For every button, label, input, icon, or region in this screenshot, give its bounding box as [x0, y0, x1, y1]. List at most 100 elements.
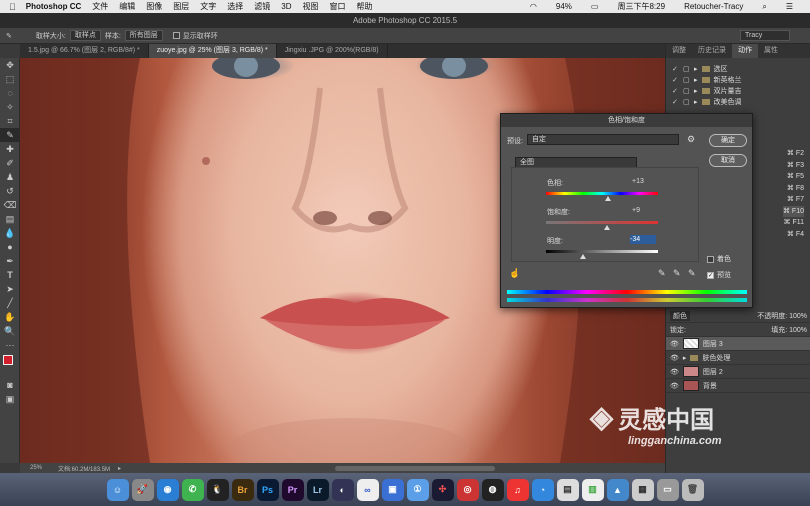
user-name[interactable]: Retoucher-Tracy: [684, 2, 743, 11]
menu-app[interactable]: Photoshop CC: [26, 2, 82, 11]
check-icon[interactable]: ✓: [672, 65, 679, 73]
preset-select[interactable]: 自定: [527, 134, 679, 145]
pen-tool-icon[interactable]: ✒: [0, 254, 20, 268]
line-tool-icon[interactable]: ╱: [0, 296, 20, 310]
app-icon[interactable]: ▭: [656, 478, 679, 501]
gear-icon[interactable]: ⚙: [687, 134, 695, 145]
eyedropper-icon[interactable]: ✎: [658, 268, 666, 279]
hand-tool-icon[interactable]: ✋: [0, 310, 20, 324]
menu-filter[interactable]: 滤镜: [254, 1, 270, 12]
apple-icon[interactable]: : [9, 2, 16, 12]
check-icon[interactable]: ✓: [672, 76, 679, 84]
gradient-tool-icon[interactable]: ▤: [0, 212, 20, 226]
horizontal-scrollbar[interactable]: [335, 465, 495, 471]
menu-help[interactable]: 帮助: [357, 1, 373, 12]
quick-select-tool-icon[interactable]: ✧: [0, 100, 20, 114]
dialog-toggle-icon[interactable]: ▢: [683, 98, 690, 106]
move-tool-icon[interactable]: ✥: [0, 58, 20, 72]
menu-edit[interactable]: 编辑: [119, 1, 135, 12]
hue-slider-thumb[interactable]: [605, 196, 611, 201]
target-adjust-hand-icon[interactable]: ☝: [509, 268, 520, 279]
wechat-icon[interactable]: ✆: [181, 478, 204, 501]
tab-doc-2[interactable]: zuoye.jpg @ 25% (图层 3, RGB/8) *: [148, 44, 277, 58]
dialog-toggle-icon[interactable]: ▢: [683, 65, 690, 73]
layer-row[interactable]: 👁 图层 2: [666, 365, 810, 379]
keynote-icon[interactable]: ▲: [606, 478, 629, 501]
numbers-icon[interactable]: ▥: [581, 478, 604, 501]
launchpad-icon[interactable]: 🚀: [131, 478, 154, 501]
type-tool-icon[interactable]: T: [0, 268, 20, 282]
safari-icon[interactable]: ◉: [156, 478, 179, 501]
lightness-value[interactable]: -34: [630, 235, 656, 244]
app-icon[interactable]: ▣: [381, 478, 404, 501]
dialog-toggle-icon[interactable]: ▢: [683, 76, 690, 84]
list-icon[interactable]: ☰: [786, 2, 793, 11]
zoom-tool-icon[interactable]: 🔍: [0, 324, 20, 338]
foreground-color-swatch[interactable]: [3, 355, 13, 365]
crop-tool-icon[interactable]: ⌗: [0, 114, 20, 128]
davinci-icon[interactable]: ✣: [431, 478, 454, 501]
bridge-icon[interactable]: Br: [231, 478, 254, 501]
app-icon[interactable]: ①: [406, 478, 429, 501]
menu-layer[interactable]: 图层: [173, 1, 189, 12]
lightness-slider-track[interactable]: [546, 250, 658, 253]
layer-row[interactable]: 👁 图层 3: [666, 337, 810, 351]
eyedropper-tool-icon[interactable]: ✎: [0, 128, 20, 142]
preview-checkbox[interactable]: ✓: [707, 271, 714, 279]
lightroom-icon[interactable]: Lr: [306, 478, 329, 501]
layer-fill[interactable]: 填充: 100%: [771, 325, 807, 335]
eyedropper-icon[interactable]: ✎: [6, 32, 12, 40]
screen-mode-icon[interactable]: ▣: [0, 392, 20, 406]
status-arrow-icon[interactable]: ▸: [118, 465, 121, 472]
tab-adjustments[interactable]: 调整: [666, 44, 692, 58]
battery-percent[interactable]: 94%: [556, 2, 572, 11]
tab-doc-3[interactable]: Jingxiu .JPG @ 200%(RGB/8): [277, 44, 388, 58]
blur-tool-icon[interactable]: 💧: [0, 226, 20, 240]
expand-icon[interactable]: ▸: [694, 76, 698, 84]
layer-mode-select[interactable]: 颜色: [670, 310, 690, 321]
menu-window[interactable]: 窗口: [330, 1, 346, 12]
premiere-icon[interactable]: Pr: [281, 478, 304, 501]
ok-button[interactable]: 确定: [709, 134, 747, 147]
music-icon[interactable]: ♫: [506, 478, 529, 501]
action-item[interactable]: ✓ ▢ ▸ 改美色调: [666, 96, 810, 107]
preview-option[interactable]: ✓ 预览: [707, 270, 731, 280]
menu-3d[interactable]: 3D: [281, 2, 291, 11]
tab-actions[interactable]: 动作: [732, 44, 758, 58]
quick-mask-icon[interactable]: ◙: [0, 378, 20, 392]
menu-image[interactable]: 图像: [146, 1, 162, 12]
obs-icon[interactable]: ◍: [481, 478, 504, 501]
clock[interactable]: 周三下午8:29: [617, 1, 665, 12]
tab-history[interactable]: 历史记录: [692, 44, 732, 58]
action-item[interactable]: ✓ ▢ ▸ 选区: [666, 63, 810, 74]
layer-row[interactable]: 👁 ▸ 肤色处理: [666, 351, 810, 365]
eyedropper-subtract-icon[interactable]: ✎: [688, 268, 696, 279]
eye-icon[interactable]: 👁: [670, 354, 679, 362]
tab-properties[interactable]: 属性: [758, 44, 784, 58]
app-icon[interactable]: ◔: [531, 478, 554, 501]
lasso-tool-icon[interactable]: ◌: [0, 86, 20, 100]
menu-select[interactable]: 选择: [227, 1, 243, 12]
show-ring-checkbox[interactable]: [172, 32, 180, 39]
eye-icon[interactable]: 👁: [670, 382, 679, 390]
saturation-slider-thumb[interactable]: [604, 225, 610, 230]
sample-select[interactable]: 所有图层: [124, 30, 163, 41]
hue-value[interactable]: +13: [632, 177, 658, 186]
stamp-tool-icon[interactable]: ♟: [0, 170, 20, 184]
workspace-select[interactable]: Tracy: [740, 30, 790, 41]
marquee-tool-icon[interactable]: ⬚: [0, 72, 20, 86]
dialog-toggle-icon[interactable]: ▢: [683, 87, 690, 95]
tab-doc-1[interactable]: 1.5.jpg @ 66.7% (图层 2, RGB/8#) *: [20, 44, 149, 58]
action-item[interactable]: ✓ ▢ ▸ 双片量吉: [666, 85, 810, 96]
expand-icon[interactable]: ▸: [694, 87, 698, 95]
photoshop-icon[interactable]: Ps: [256, 478, 279, 501]
saturation-slider-track[interactable]: [546, 221, 658, 224]
history-brush-icon[interactable]: ↺: [0, 184, 20, 198]
cinema-icon[interactable]: ◐: [331, 478, 354, 501]
qq-icon[interactable]: 🐧: [206, 478, 229, 501]
dodge-tool-icon[interactable]: ●: [0, 240, 20, 254]
cancel-button[interactable]: 取消: [709, 154, 747, 167]
wifi-icon[interactable]: ◠: [530, 2, 537, 11]
eyedropper-add-icon[interactable]: ✎: [673, 268, 681, 279]
trash-icon[interactable]: 🗑: [681, 478, 704, 501]
